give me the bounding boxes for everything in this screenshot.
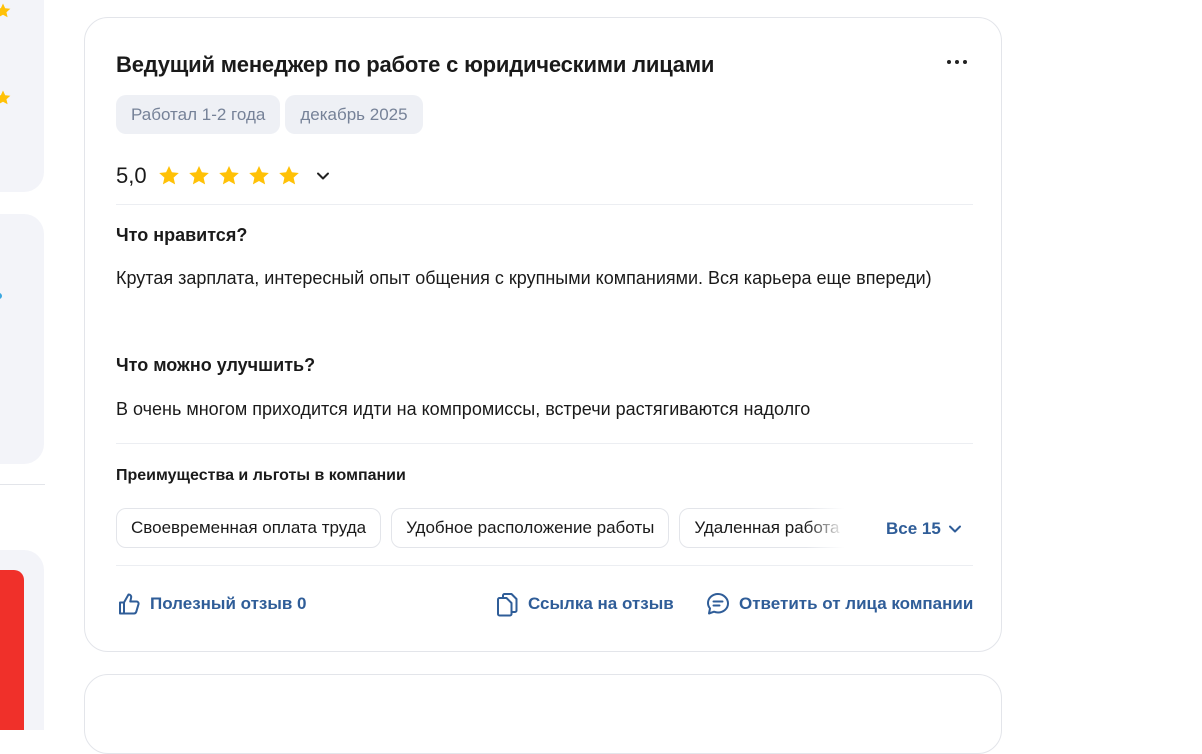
benefits-row: Своевременная оплата труда Удобное распо…: [116, 508, 976, 550]
tag-experience: Работал 1-2 года: [116, 95, 281, 134]
helpful-button[interactable]: Полезный отзыв 0: [116, 588, 307, 620]
star-icon: [0, 90, 11, 105]
show-all-label: Все 15: [886, 519, 941, 538]
show-all-benefits-button[interactable]: Все 15: [886, 508, 963, 550]
divider: [116, 565, 973, 566]
reply-as-company-button[interactable]: Ответить от лица компании: [705, 588, 973, 620]
reply-label: Ответить от лица компании: [739, 594, 974, 613]
review-actions: Полезный отзыв 0 Ссылка на отзыв Ответит…: [116, 588, 974, 620]
review-card: Ведущий менеджер по работе с юридическим…: [84, 17, 1002, 652]
rating-value: 5,0: [116, 163, 147, 188]
sidebar-promo-banner[interactable]: [0, 570, 24, 730]
star-icon: [218, 166, 239, 185]
more-options-button[interactable]: [941, 50, 973, 74]
review-tags: Работал 1-2 года декабрь 2025: [116, 95, 423, 134]
comment-icon: [707, 593, 729, 615]
benefits-title: Преимущества и льготы в компании: [116, 467, 406, 484]
chevron-down-icon: [948, 525, 961, 533]
star-icon: [158, 166, 179, 185]
likes-answer: Крутая зарплата, интересный опыт общения…: [116, 268, 932, 288]
review-title: Ведущий менеджер по работе с юридическим…: [116, 52, 715, 77]
likes-question: Что нравится?: [116, 225, 248, 245]
copy-link-label: Ссылка на отзыв: [528, 594, 674, 613]
star-icon: [278, 166, 299, 185]
divider: [116, 204, 973, 205]
sidebar-card: [0, 214, 44, 464]
star-icon: [0, 3, 11, 18]
more-dots-icon: [947, 60, 951, 64]
copy-link-icon: [497, 593, 518, 617]
rating-stars: [157, 164, 301, 188]
copy-link-button[interactable]: Ссылка на отзыв: [494, 588, 674, 620]
helpful-label: Полезный отзыв 0: [150, 594, 307, 613]
benefit-chip: Удобное расположение работы: [391, 508, 670, 548]
improve-answer: В очень многом приходится идти на компро…: [116, 399, 811, 419]
benefit-chip: Своевременная оплата труда: [116, 508, 382, 548]
star-icon: [248, 166, 269, 185]
next-review-card: [84, 674, 1002, 754]
tag-date: декабрь 2025: [285, 95, 423, 134]
improve-question: Что можно улучшить?: [116, 355, 316, 375]
divider: [116, 443, 973, 444]
divider: [0, 484, 45, 485]
chevron-down-icon[interactable]: [315, 168, 331, 184]
rating: 5,0: [116, 163, 331, 189]
thumbs-up-icon: [119, 593, 140, 615]
star-icon: [188, 166, 209, 185]
